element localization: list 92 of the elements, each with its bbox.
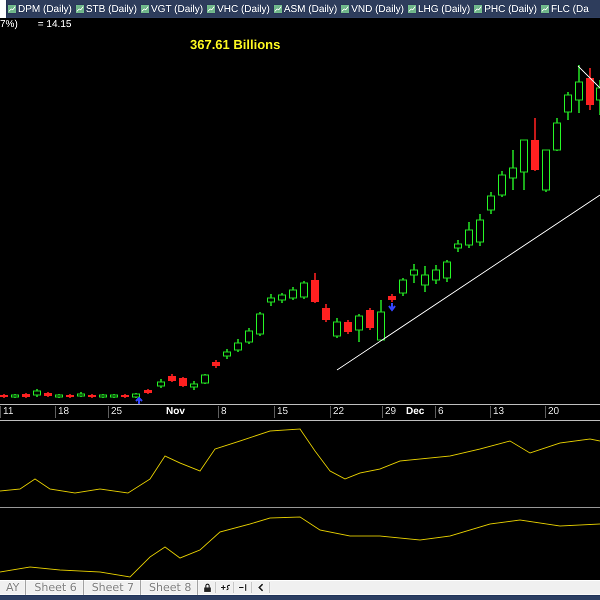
candlestick (432, 265, 440, 284)
candlestick (520, 140, 528, 190)
price-value: = 14.15 (38, 19, 72, 30)
axis-label: 22 (330, 406, 344, 418)
up-arrow-icon (135, 396, 143, 404)
candlestick (88, 394, 96, 398)
candlestick (454, 240, 462, 252)
candlestick (399, 278, 407, 296)
candlestick (476, 214, 484, 246)
chart-icon (8, 5, 16, 13)
candlestick (267, 294, 275, 306)
candlestick (234, 339, 242, 352)
candlestick (190, 381, 198, 390)
candlestick (410, 264, 418, 283)
axis-label: 15 (274, 406, 288, 418)
candlestick (300, 281, 308, 299)
candlestick (256, 312, 264, 336)
candlestick (33, 389, 41, 397)
candlestick (44, 392, 52, 397)
candlestick (322, 304, 330, 322)
candlestick (564, 92, 572, 120)
chart-tab[interactable]: VND (Daily) (339, 0, 406, 18)
chart-tab[interactable]: DPM (Daily) (6, 0, 74, 18)
chart-tab[interactable]: FLC (Da (538, 0, 591, 18)
candlestick (77, 392, 85, 397)
candlestick (201, 374, 209, 384)
chart-icon (474, 5, 482, 13)
candlestick (132, 393, 140, 398)
candlestick (66, 394, 74, 398)
candlestick (121, 394, 129, 398)
candlestick (245, 328, 253, 344)
remove-sheet-icon[interactable] (236, 582, 252, 593)
axis-label: 18 (55, 406, 70, 418)
trend-line (578, 66, 600, 88)
candlestick (157, 379, 165, 388)
price-change: 7%) (0, 19, 18, 30)
candlestick (421, 266, 429, 292)
candlestick (168, 374, 176, 382)
chart-icon (207, 5, 216, 13)
axis-label: 8 (218, 406, 227, 418)
candlestick (443, 260, 451, 282)
axis-label: 29 (382, 406, 396, 418)
candlestick (278, 293, 286, 303)
axis-label: 13 (490, 406, 504, 418)
candlestick (498, 171, 506, 197)
chart-icon (141, 5, 150, 13)
chart-tab[interactable]: VGT (Daily) (139, 0, 206, 18)
candlestick (388, 294, 396, 302)
candlestick (487, 192, 495, 214)
candlestick (55, 394, 63, 398)
candlestick (22, 393, 30, 398)
candlestick (311, 273, 319, 303)
candlestick (509, 150, 517, 190)
candlestick (179, 377, 187, 387)
candlestick (553, 118, 561, 151)
add-sheet-icon[interactable] (218, 582, 234, 593)
chart-icon (274, 5, 282, 13)
chart-tab[interactable]: ASM (Daily) (272, 0, 340, 18)
candlestick (144, 389, 152, 394)
candlestick (212, 360, 220, 368)
candlestick (0, 394, 8, 398)
candlestick (110, 394, 118, 398)
candlestick (223, 349, 231, 359)
candlestick (99, 394, 107, 398)
candlestick (289, 287, 297, 300)
chart-icon (408, 5, 416, 13)
volume-label: 367.61 Billions (190, 37, 280, 52)
axis-label: 25 (108, 406, 122, 418)
chart-icon (341, 5, 350, 13)
down-arrow-icon (388, 302, 396, 312)
candlestick (465, 222, 473, 248)
candlestick (531, 118, 539, 171)
candlestick (542, 150, 550, 192)
candlestick (377, 300, 385, 341)
candlestick (366, 308, 374, 330)
chart-tab[interactable]: VHC (Daily) (205, 0, 272, 18)
chart-icon (540, 5, 549, 13)
candlestick (575, 65, 583, 113)
chart-tab[interactable]: LHG (Daily) (406, 0, 472, 18)
chart-tab[interactable]: STB (Daily) (74, 0, 140, 18)
axis-label: Nov (165, 406, 185, 418)
chart-tab[interactable]: PHC (Daily) (472, 0, 539, 18)
axis-label: 20 (545, 406, 560, 418)
candlestick (586, 68, 594, 110)
axis-label: 6 (435, 406, 444, 418)
candlestick (344, 320, 352, 334)
axis-label: 11 (0, 406, 14, 418)
candlestick (11, 394, 19, 398)
axis-label: Dec (405, 406, 424, 418)
chart-icon (76, 5, 84, 13)
candlestick (333, 318, 341, 338)
candlestick (355, 314, 363, 342)
